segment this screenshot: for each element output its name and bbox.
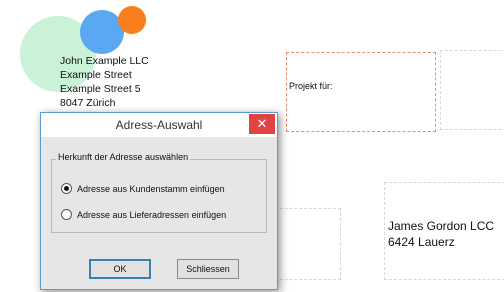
- address-source-group: Herkunft der Adresse auswählen: [51, 152, 267, 233]
- radio-button-unchecked[interactable]: [61, 209, 72, 220]
- sender-line: Example Street 5: [60, 83, 141, 95]
- ok-button[interactable]: OK: [89, 259, 151, 279]
- group-label: Herkunft der Adresse auswählen: [56, 152, 191, 162]
- dialog-title: Adress-Auswahl: [115, 118, 203, 132]
- radio-label: Adresse aus Kundenstamm einfügen: [77, 183, 225, 194]
- close-icon[interactable]: ✕: [249, 114, 275, 134]
- address-selection-dialog: Adress-Auswahl ✕ Herkunft der Adresse au…: [40, 112, 278, 290]
- recipient-line: James Gordon LCC: [388, 219, 495, 233]
- close-button[interactable]: Schliessen: [177, 259, 239, 279]
- logo-circle-orange: [118, 6, 146, 34]
- radio-option-lieferadressen[interactable]: Adresse aus Lieferadressen einfügen: [61, 209, 226, 220]
- recipient-address: James Gordon LCC 6424 Lauerz: [388, 218, 494, 250]
- sender-address: John Example LLC Example Street Example …: [60, 54, 149, 110]
- radio-option-kundenstamm[interactable]: Adresse aus Kundenstamm einfügen: [61, 183, 225, 194]
- sender-line: Example Street: [60, 69, 132, 81]
- layout-placeholder-top-right: [440, 50, 504, 130]
- project-label: Projekt für:: [289, 81, 333, 91]
- radio-button-checked[interactable]: [61, 183, 72, 194]
- layout-placeholder-bottom-left: [270, 208, 341, 280]
- dialog-titlebar[interactable]: Adress-Auswahl ✕: [41, 113, 277, 137]
- sender-line: John Example LLC: [60, 55, 149, 67]
- recipient-line: 6424 Lauerz: [388, 235, 455, 249]
- radio-label: Adresse aus Lieferadressen einfügen: [77, 209, 227, 220]
- sender-line: 8047 Zürich: [60, 97, 116, 109]
- project-box: Projekt für:: [286, 52, 436, 132]
